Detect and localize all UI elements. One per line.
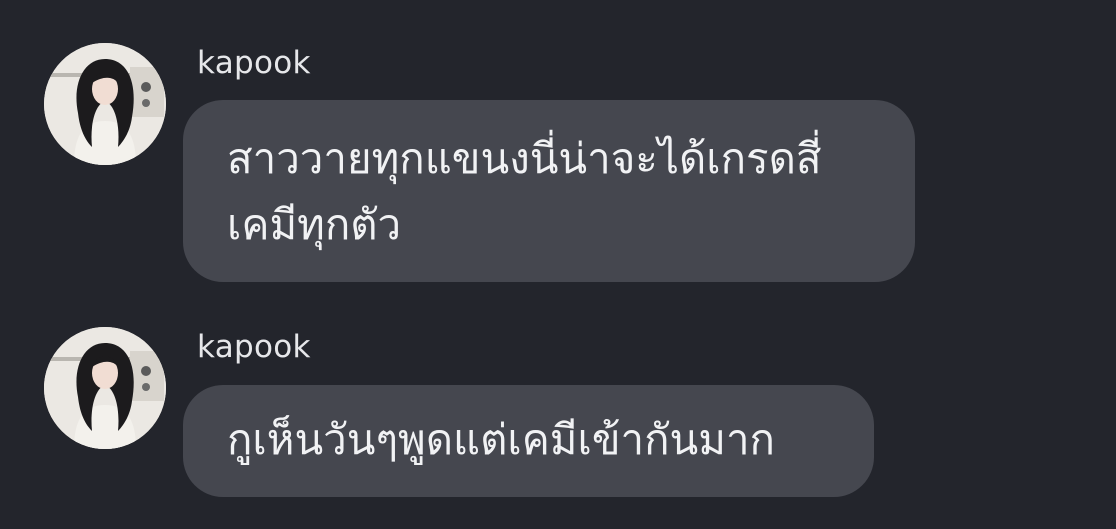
avatar-photo-icon [44,43,166,165]
sender-name: kapook [197,329,311,365]
sender-name: kapook [197,45,311,81]
avatar[interactable] [44,327,166,449]
message-text-line: สาววายทุกแขนงนี่น่าจะได้เกรดสี่ [227,134,822,183]
message-bubble[interactable]: กูเห็นวันๆพูดแต่เคมีเข้ากันมาก [183,385,874,497]
avatar-photo-icon [44,327,166,449]
message-text-line: กูเห็นวันๆพูดแต่เคมีเข้ากันมาก [227,415,775,464]
message-bubble[interactable]: สาววายทุกแขนงนี่น่าจะได้เกรดสี่ เคมีทุกต… [183,100,915,282]
avatar[interactable] [44,43,166,165]
chat-thread: kapook สาววายทุกแขนงนี่น่าจะได้เกรดสี่ เ… [0,0,1116,529]
message-text-line: เคมีทุกตัว [227,200,402,249]
